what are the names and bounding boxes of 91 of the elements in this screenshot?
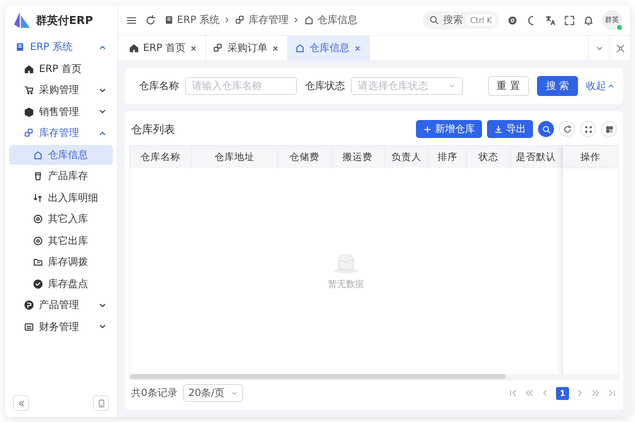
document-icon [15,42,25,52]
fullscreen-icon[interactable] [564,14,575,26]
caret-icon [231,390,238,396]
close-icon[interactable] [189,44,198,52]
refresh-icon[interactable] [145,14,156,26]
shortcut-hint: Ctrl K [466,14,495,26]
dots-icon [584,124,592,134]
target-icon [33,236,43,246]
search-field[interactable]: 搜索 Ctrl K [422,11,499,29]
menu-group[interactable]: 库存管理 [9,123,113,144]
menu-group[interactable]: ERP 系统 [9,37,113,58]
shrink-icon [616,44,624,52]
logo-icon [13,11,31,29]
chevron-down-icon [448,82,456,90]
home-icon [24,64,34,74]
cart-icon [24,85,34,96]
search-button[interactable] [538,121,554,137]
refresh-button[interactable] [559,121,575,137]
menu-item[interactable]: 库存调拨 [9,252,113,272]
close-icon[interactable] [353,44,362,52]
menu-item[interactable]: 出入库明细 [9,188,113,208]
breadcrumb-item[interactable]: ERP 系统 [164,13,220,27]
arrows-icon [33,192,43,203]
collapse-link[interactable]: 收起 [586,79,615,93]
columns-button[interactable] [601,121,617,137]
breadcrumb-item[interactable]: 库存管理 [235,13,288,27]
menu-icon[interactable] [126,14,137,26]
double-chevron-icon [16,398,26,408]
column-header: 操作 [562,146,618,168]
record-count: 共0条记录 [131,386,178,400]
reset-button[interactable]: 重 置 [488,76,529,96]
menu-item[interactable]: 库存盘点 [9,274,113,294]
translate-icon[interactable] [545,14,556,26]
column-header: 排序 [429,146,467,168]
page-size-select[interactable]: 20条/页 [183,384,244,402]
collapse-button[interactable] [13,395,29,411]
folder-icon [33,257,43,268]
cup-icon [33,171,43,182]
card-icon [24,322,34,332]
app-title: 群英付ERP [36,12,94,28]
document-icon [164,15,174,25]
breadcrumb-item[interactable]: 仓库信息 [304,13,358,27]
column-header: 状态 [466,146,512,168]
export-button[interactable]: 导出 [487,120,533,138]
menu-group[interactable]: 产品管理 [9,295,113,316]
table-title: 仓库列表 [131,122,176,136]
field-label: 仓库状态 [305,80,345,93]
density-button[interactable] [580,121,596,137]
menu-group[interactable]: 采购管理 [9,80,113,100]
chevron-right-icon [292,16,300,24]
house-icon [33,150,43,160]
search-icon [428,15,439,25]
check-circle-icon [33,278,43,289]
chevron-right-icon [223,16,232,24]
plus-icon [423,124,432,134]
column-header: 仓储费 [278,146,332,168]
add-button[interactable]: 新增仓库 [416,120,482,138]
menu-group[interactable]: 财务管理 [9,316,113,337]
column-header: 搬运费 [332,146,385,168]
menu-item[interactable]: 产品库存 [9,166,113,186]
settings-icon[interactable] [507,14,518,26]
home-icon [129,43,139,53]
circle-icon [24,300,34,310]
refresh-icon [562,124,572,134]
house-icon [304,15,314,25]
house-icon [295,43,306,53]
tab[interactable]: 仓库信息 [288,36,370,60]
target-icon [33,214,43,224]
close-icon[interactable] [271,44,280,52]
phone-icon [96,398,106,408]
menu-item[interactable]: 其它出库 [9,230,113,251]
column-header: 仓库名称 [130,146,192,168]
search-icon [542,124,550,134]
device-button[interactable] [93,395,109,411]
chevron-up-icon [607,82,615,90]
download-icon [494,124,503,134]
column-header: 负责人 [384,146,430,168]
bell-icon[interactable] [583,14,594,26]
column-header: 仓库地址 [192,146,278,168]
page-number[interactable]: 1 [556,386,569,400]
grid-icon [604,124,614,134]
menu-group[interactable]: 销售管理 [9,102,113,122]
column-header: 是否默认 [511,146,562,168]
search-button[interactable]: 搜 索 [536,76,578,96]
empty-text: 暂无数据 [328,278,364,290]
tab[interactable]: ERP 首页 [122,36,206,60]
menu-item[interactable]: 其它入库 [9,209,113,230]
field-label: 仓库名称 [139,80,179,93]
menu-item[interactable]: 仓库信息 [9,144,113,165]
menu-item[interactable]: ERP 首页 [9,58,113,79]
scrollbar-thumb[interactable] [130,374,506,379]
